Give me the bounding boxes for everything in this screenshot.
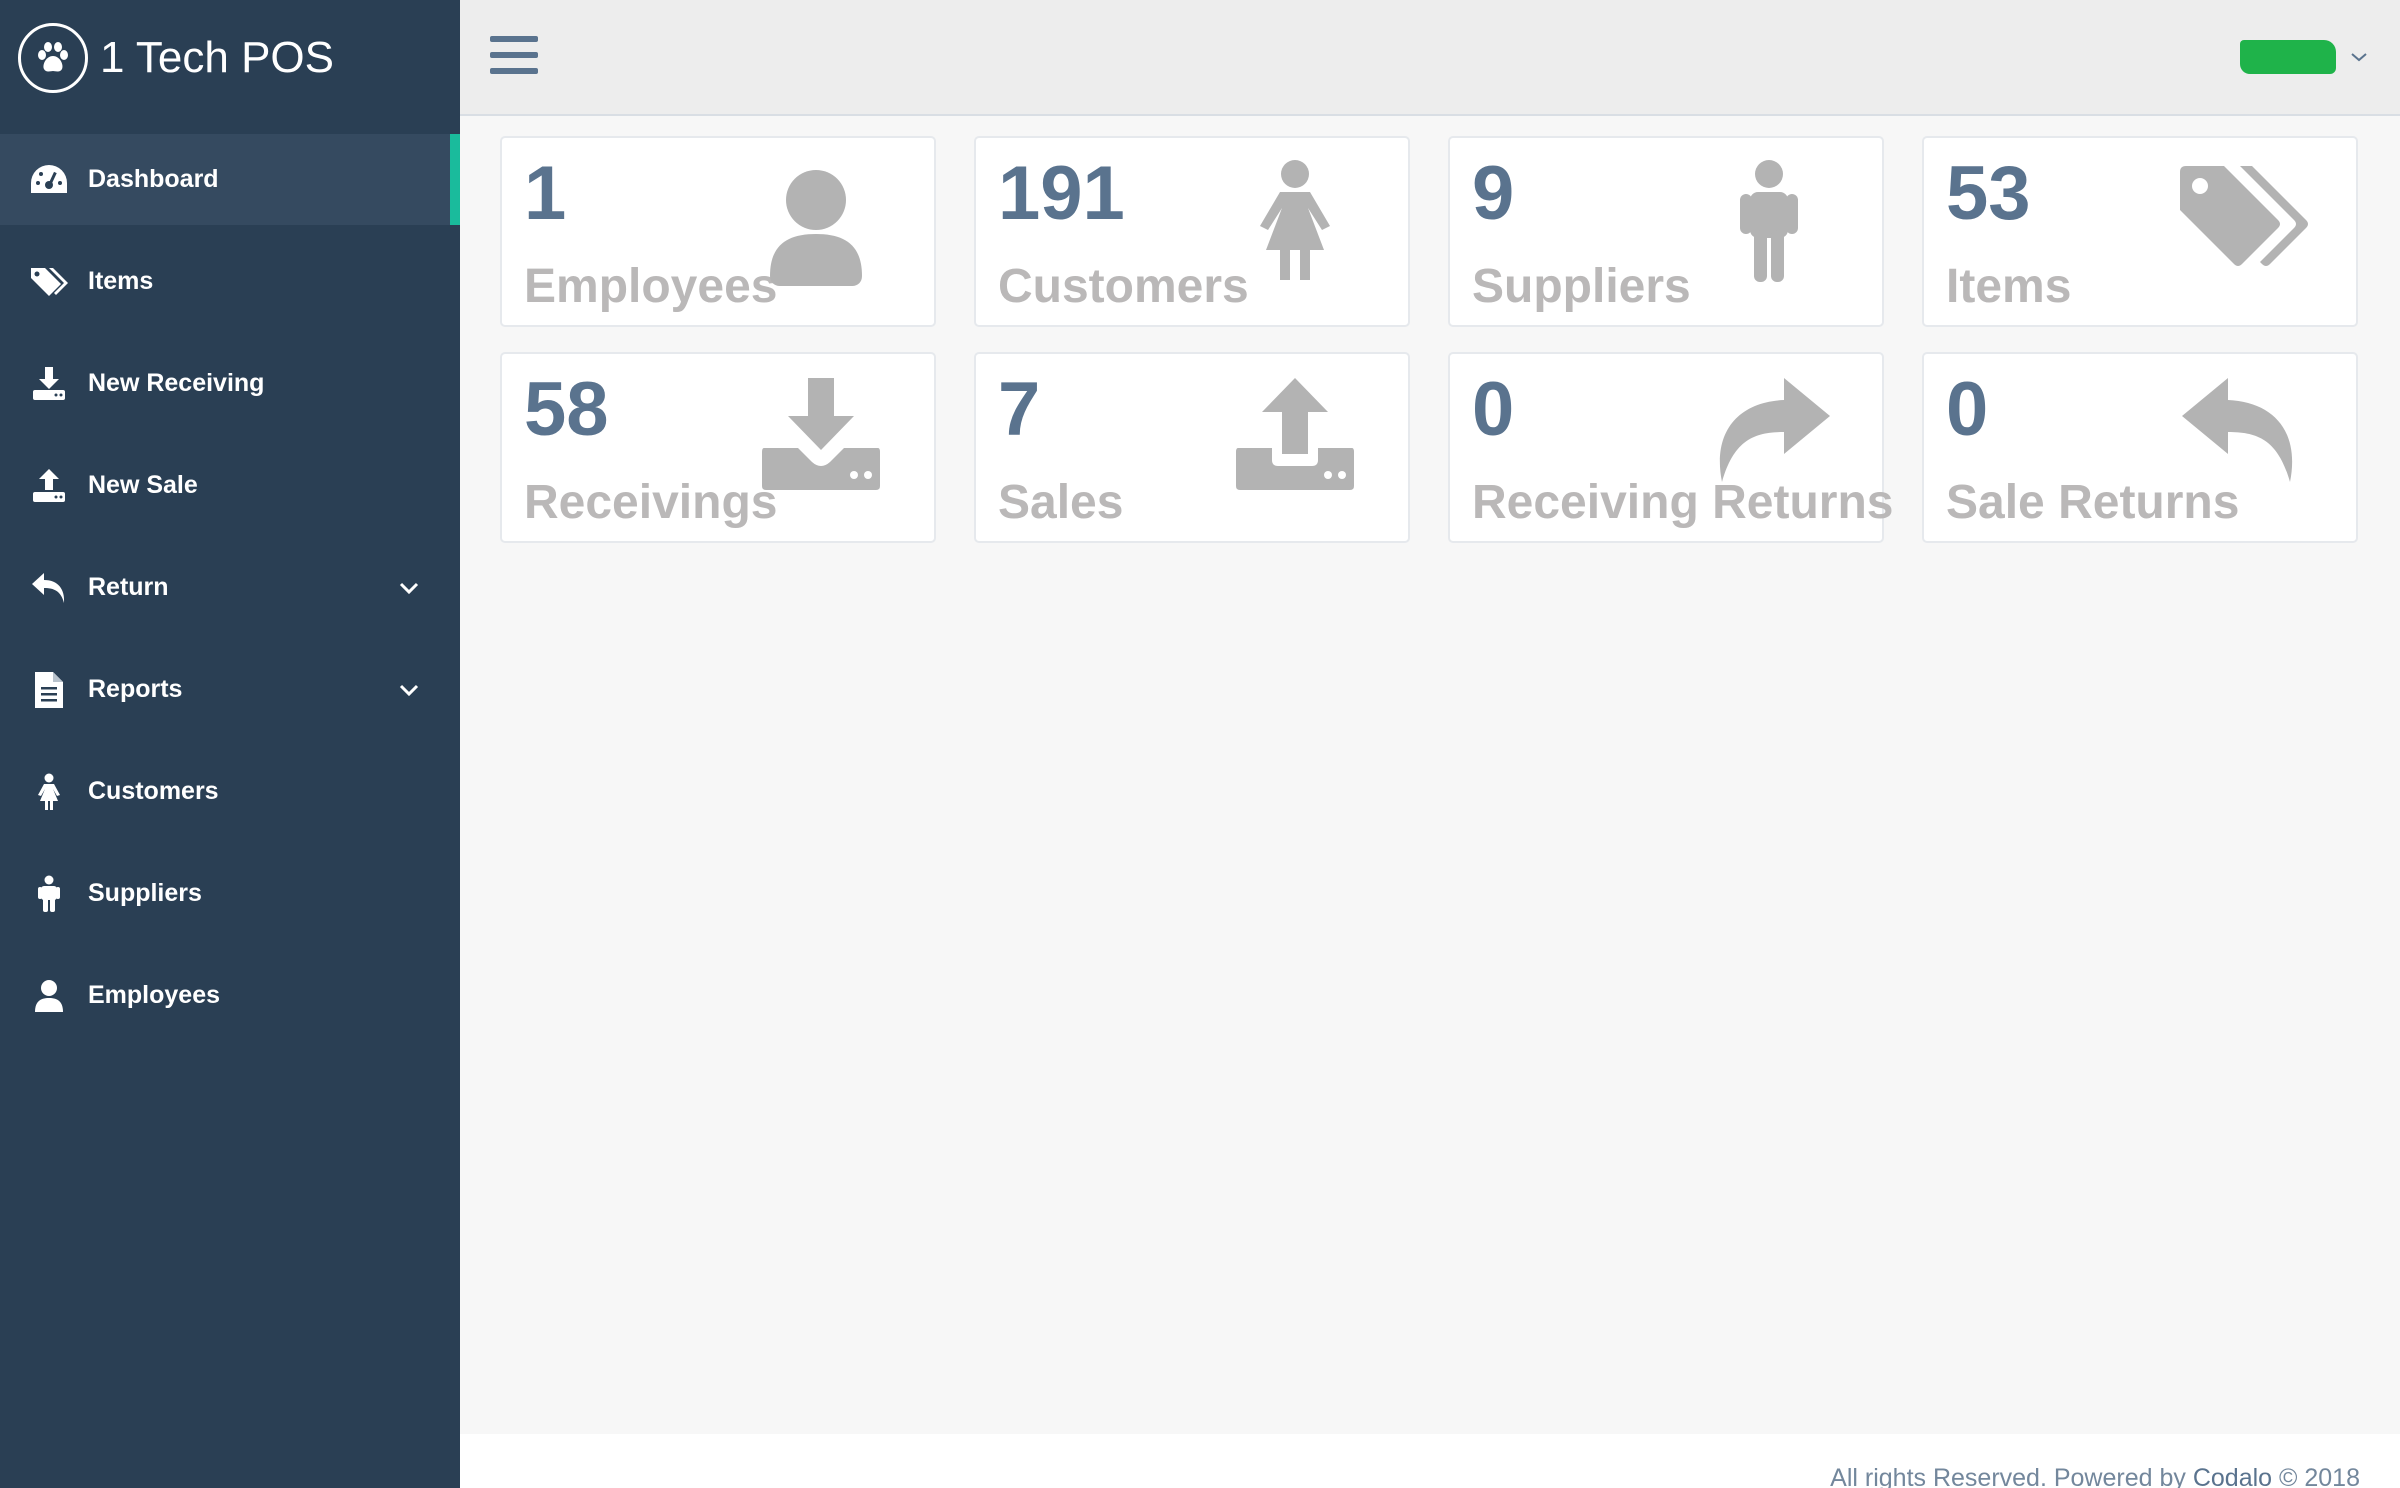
- tile-receiving-returns[interactable]: 0 Receiving Returns: [1448, 352, 1893, 543]
- download-icon: [756, 374, 886, 504]
- tile-label: Customers: [998, 260, 1249, 313]
- sidebar-item-label: New Receiving: [88, 369, 265, 397]
- sidebar-item-label: Return: [88, 573, 169, 601]
- tile-label: Sales: [998, 476, 1124, 529]
- tile-label: Items: [1946, 260, 2072, 313]
- tile-count: 7: [998, 367, 1041, 452]
- sidebar-item-return[interactable]: Return: [0, 542, 460, 633]
- sidebar: 1 Tech POS Dashboard Items New Receiving: [0, 0, 460, 1488]
- brand[interactable]: 1 Tech POS: [0, 0, 460, 116]
- download-icon: [28, 363, 70, 405]
- sidebar-item-items[interactable]: Items: [0, 236, 460, 327]
- stats-tiles: 1 Employees 191 Customers 9 Suppliers 53…: [500, 136, 2360, 543]
- sidebar-item-suppliers[interactable]: Suppliers: [0, 848, 460, 939]
- footer-text: All rights Reserved. Powered by Codalo ©…: [1830, 1464, 2360, 1488]
- footer-copyright: All rights Reserved. Powered by: [1830, 1464, 2193, 1488]
- sidebar-item-label: Items: [88, 267, 154, 295]
- male-icon: [1704, 158, 1834, 288]
- user-icon: [28, 975, 70, 1017]
- tile-suppliers[interactable]: 9 Suppliers: [1448, 136, 1884, 327]
- tile-customers[interactable]: 191 Customers: [974, 136, 1410, 327]
- dashboard-icon: [28, 159, 70, 201]
- sidebar-item-new-receiving[interactable]: New Receiving: [0, 338, 460, 429]
- tile-receivings[interactable]: 58 Receivings: [500, 352, 936, 543]
- footer-suffix: © 2018: [2272, 1464, 2360, 1488]
- user-badge[interactable]: [2240, 40, 2336, 74]
- tile-sales[interactable]: 7 Sales: [974, 352, 1410, 543]
- tile-label: Suppliers: [1472, 260, 1691, 313]
- tile-count: 58: [524, 367, 609, 452]
- tile-label: Employees: [524, 260, 778, 313]
- sidebar-item-new-sale[interactable]: New Sale: [0, 440, 460, 531]
- tile-count: 53: [1946, 151, 2031, 236]
- sidebar-item-label: Customers: [88, 777, 219, 805]
- chevron-down-icon[interactable]: [2350, 47, 2370, 67]
- male-icon: [28, 873, 70, 915]
- sidebar-item-label: Employees: [88, 981, 221, 1009]
- brand-title: 1 Tech POS: [100, 33, 334, 82]
- footer: All rights Reserved. Powered by Codalo ©…: [460, 1434, 2400, 1488]
- sidebar-item-label: Suppliers: [88, 879, 202, 907]
- share-icon: [1704, 374, 1834, 504]
- tile-employees[interactable]: 1 Employees: [500, 136, 936, 327]
- sidebar-menu: Dashboard Items New Receiving New Sale R: [0, 134, 460, 1041]
- tile-count: 9: [1472, 151, 1515, 236]
- female-icon: [28, 771, 70, 813]
- sidebar-item-label: New Sale: [88, 471, 198, 499]
- tile-count: 191: [998, 151, 1125, 236]
- tile-count: 0: [1472, 367, 1515, 452]
- chevron-down-icon[interactable]: [394, 675, 424, 705]
- sidebar-item-employees[interactable]: Employees: [0, 950, 460, 1041]
- tile-sale-returns[interactable]: 0 Sale Returns: [1922, 352, 2358, 543]
- sidebar-item-customers[interactable]: Customers: [0, 746, 460, 837]
- tile-label: Receivings: [524, 476, 778, 529]
- tags-icon: [28, 261, 70, 303]
- file-text-icon: [28, 669, 70, 711]
- female-icon: [1230, 158, 1360, 288]
- tile-count: 0: [1946, 367, 1989, 452]
- sidebar-item-label: Reports: [88, 675, 183, 703]
- sidebar-item-reports[interactable]: Reports: [0, 644, 460, 735]
- tags-icon: [2178, 158, 2308, 288]
- user-icon: [756, 158, 886, 288]
- footer-link[interactable]: Codalo: [2193, 1464, 2272, 1488]
- sidebar-item-label: Dashboard: [88, 165, 219, 193]
- paw-icon: [18, 23, 88, 93]
- chevron-down-icon[interactable]: [394, 573, 424, 603]
- upload-icon: [1230, 374, 1360, 504]
- hamburger-icon[interactable]: [490, 36, 538, 78]
- sidebar-item-dashboard[interactable]: Dashboard: [0, 134, 460, 225]
- tile-count: 1: [524, 151, 567, 236]
- reply-icon: [28, 567, 70, 609]
- upload-icon: [28, 465, 70, 507]
- reply-icon: [2178, 374, 2308, 504]
- user-menu[interactable]: [2240, 40, 2370, 74]
- top-navbar: [460, 0, 2400, 116]
- tile-items[interactable]: 53 Items: [1922, 136, 2358, 327]
